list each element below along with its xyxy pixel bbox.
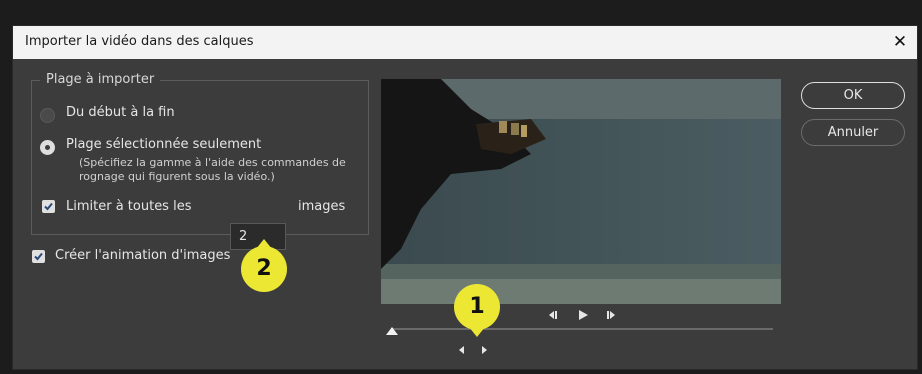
range-group-legend: Plage à importer (40, 72, 161, 87)
step-forward-icon[interactable] (604, 308, 618, 322)
create-animation-checkbox[interactable] (32, 250, 45, 263)
dialog-content: Plage à importer Du début à la fin Plage… (13, 59, 917, 369)
radio-full-range-label[interactable]: Du début à la fin (66, 105, 175, 120)
frame-interval-unit: images (298, 199, 346, 214)
limit-frames-label: Limiter à toutes les (66, 199, 192, 214)
video-frame-image (381, 79, 781, 304)
trim-end-handle[interactable] (482, 346, 487, 354)
step-back-icon[interactable] (546, 308, 560, 322)
callout-number-2: 2 (241, 246, 287, 292)
dialog-title: Importer la vidéo dans des calques (25, 34, 254, 49)
timeline-slider-track[interactable] (391, 328, 773, 330)
radio-selected-range[interactable] (40, 140, 55, 155)
callout-badge-1: 1 (454, 284, 500, 337)
checkmark-icon (34, 252, 43, 261)
radio-selected-range-label[interactable]: Plage sélectionnée seulement (66, 137, 261, 152)
callout-number-1: 1 (454, 284, 500, 330)
play-icon[interactable] (576, 308, 590, 322)
trim-start-handle[interactable] (459, 346, 464, 354)
cancel-button[interactable]: Annuler (801, 119, 905, 146)
close-icon[interactable]: ✕ (887, 30, 913, 54)
import-video-dialog: Importer la vidéo dans des calques ✕ Pla… (12, 25, 918, 370)
range-hint-text: (Spécifiez la gamme à l'aide des command… (79, 156, 346, 183)
create-animation-label: Créer l'animation d'images (55, 248, 231, 263)
ok-button[interactable]: OK (801, 82, 905, 109)
video-preview (381, 79, 781, 304)
timeline-playhead[interactable] (386, 327, 398, 335)
radio-full-range[interactable] (40, 108, 55, 123)
checkmark-icon (44, 202, 53, 211)
title-bar: Importer la vidéo dans des calques ✕ (13, 26, 917, 59)
limit-frames-checkbox[interactable] (42, 200, 55, 213)
callout-badge-2: 2 (241, 239, 287, 292)
